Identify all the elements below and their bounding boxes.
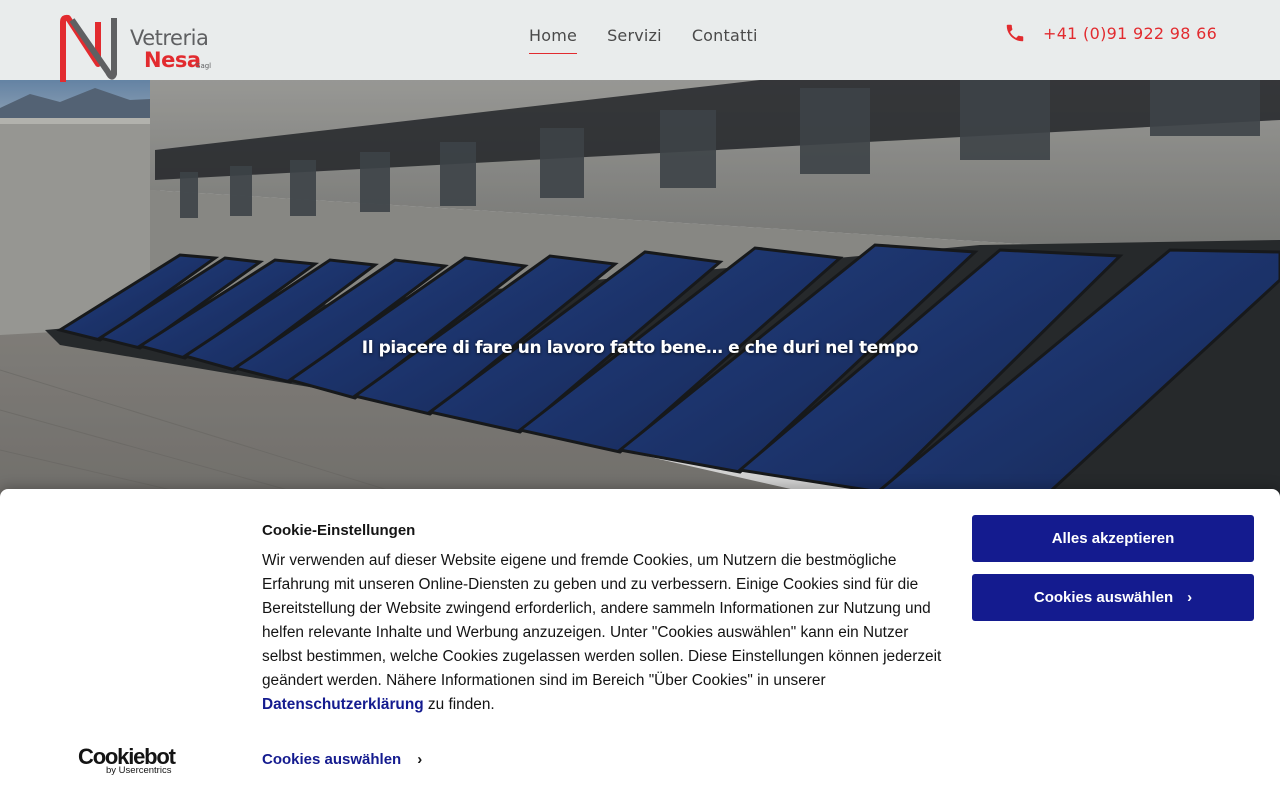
cookiebot-byline: by Usercentrics [106,765,172,776]
phone-contact[interactable]: +41 (0)91 922 98 66 [1004,22,1217,44]
cookie-consent-banner: Cookie-Einstellungen Wir verwenden auf d… [0,489,1280,800]
cookie-description-text: Wir verwenden auf dieser Website eigene … [262,552,942,689]
phone-number[interactable]: +41 (0)91 922 98 66 [1043,24,1217,43]
site-header: Vetreria Nesa Sagl Home Servizi Contatti… [0,0,1280,82]
select-cookies-label: Cookies auswählen [1033,589,1174,606]
select-cookies-button[interactable]: Cookies auswählen › [972,574,1254,621]
cookie-title: Cookie-Einstellungen [262,522,416,539]
cookiebot-logo: Cookiebot by Usercentrics [78,744,188,778]
nav-item-servizi[interactable]: Servizi [607,26,662,54]
site-logo[interactable]: Vetreria Nesa Sagl [58,14,218,84]
chevron-right-icon: › [1187,589,1193,606]
cookie-description: Wir verwenden auf dieser Website eigene … [262,549,952,717]
nav-item-contatti[interactable]: Contatti [692,26,758,54]
chevron-right-icon: › [417,751,423,768]
logo-word-nesa: Nesa [144,48,201,72]
main-nav: Home Servizi Contatti [529,26,758,54]
privacy-policy-link[interactable]: Datenschutzerklärung [262,696,424,713]
accept-all-label: Alles akzeptieren [1051,530,1175,547]
cookie-details-link[interactable]: Cookies auswählen › [262,751,422,768]
phone-icon [1006,24,1024,42]
accept-all-button[interactable]: Alles akzeptieren [972,515,1254,562]
logo-n-mark [60,14,117,82]
logo-word-sagl: Sagl [196,62,212,70]
hero-tagline: Il piacere di fare un lavoro fatto bene…… [361,338,919,358]
logo-word-vetreria: Vetreria [130,26,209,50]
nav-item-home[interactable]: Home [529,26,578,54]
cookie-details-label: Cookies auswählen [262,751,402,768]
cookie-description-end: zu finden. [423,696,495,713]
